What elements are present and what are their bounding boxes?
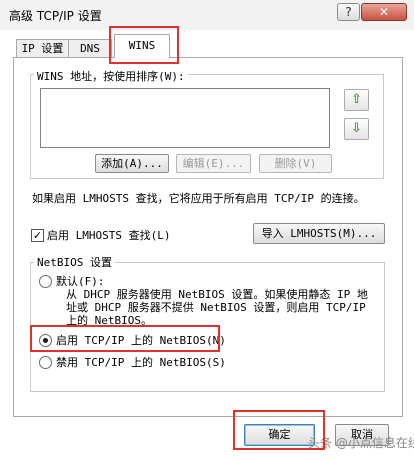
window-title: 高级 TCP/IP 设置 <box>9 9 102 23</box>
highlight-box-ok <box>233 410 325 450</box>
netbios-default-description: 从 DHCP 服务器使用 NetBIOS 设置。如果使用静态 IP 地 址或 D… <box>66 288 368 327</box>
netbios-disable-radio[interactable] <box>39 356 52 369</box>
netbios-default-label[interactable]: 默认(F): <box>56 273 105 289</box>
arrow-down-icon[interactable]: ⇩ <box>344 118 369 140</box>
highlight-box-enable-netbios <box>30 325 220 352</box>
tab-ip-settings[interactable]: IP 设置 <box>16 39 69 57</box>
title-bar: 高级 TCP/IP 设置 ? ✕ <box>0 0 414 30</box>
netbios-group-label: NetBIOS 设置 <box>34 254 115 270</box>
lmhosts-checkbox-label[interactable]: 启用 LMHOSTS 查找(L) <box>47 227 170 243</box>
arrow-up-icon[interactable]: ⇧ <box>344 89 369 111</box>
help-button[interactable]: ? <box>337 3 360 21</box>
close-button[interactable]: ✕ <box>361 3 407 21</box>
wins-group-label: WINS 地址，按使用排序(W): <box>34 68 188 84</box>
lmhosts-checkbox[interactable]: ✓ <box>31 229 44 242</box>
netbios-disable-label[interactable]: 禁用 TCP/IP 上的 NetBIOS(S) <box>56 354 226 370</box>
lmhosts-note: 如果启用 LMHOSTS 查找，它将应用于所有启用 TCP/IP 的连接。 <box>32 192 365 205</box>
delete-button[interactable]: 删除(V) <box>259 154 332 173</box>
highlight-box-wins-tab <box>109 26 179 64</box>
import-lmhosts-button[interactable]: 导入 LMHOSTS(M)... <box>253 223 385 244</box>
wins-address-list[interactable] <box>40 88 330 148</box>
netbios-default-radio[interactable] <box>39 275 52 288</box>
add-button[interactable]: 添加(A)... <box>95 154 169 173</box>
edit-button[interactable]: 编辑(E)... <box>176 154 251 173</box>
tab-dns[interactable]: DNS <box>68 39 112 57</box>
